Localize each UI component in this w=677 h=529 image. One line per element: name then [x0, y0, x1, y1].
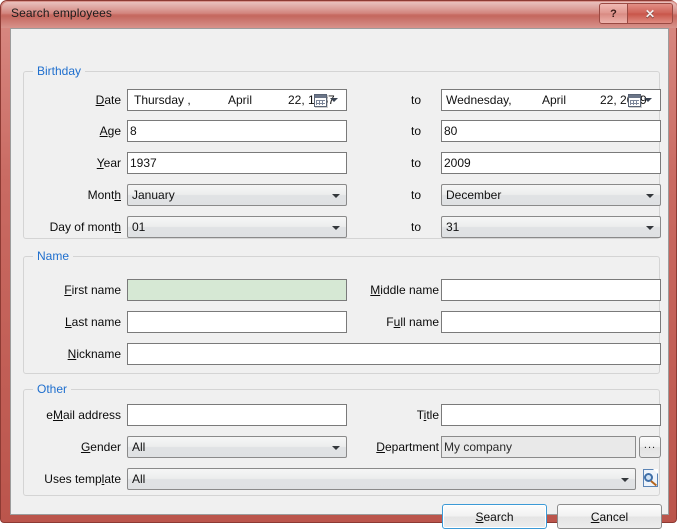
- help-button[interactable]: ?: [600, 4, 628, 23]
- date-to-picker[interactable]: Wednesday, April 22, 2009: [441, 89, 661, 111]
- label-month-to: to: [411, 188, 422, 202]
- day-from-value: 01: [132, 220, 146, 234]
- label-date-to: to: [411, 93, 422, 107]
- year-to-input[interactable]: 2009: [441, 152, 661, 174]
- chevron-down-icon: [332, 446, 340, 450]
- chevron-down-icon: [621, 478, 629, 482]
- department-input[interactable]: My company: [441, 436, 636, 458]
- window-title: Search employees: [11, 6, 112, 20]
- label-title: Title: [416, 408, 439, 422]
- month-from-combo[interactable]: January: [127, 184, 347, 206]
- email-address-input[interactable]: [127, 404, 347, 426]
- label-uses-template: Uses template: [44, 472, 121, 486]
- label-age-to: to: [411, 124, 422, 138]
- date-to-weekday: Wednesday,: [446, 93, 512, 107]
- dialog-client-area: Birthday Date Thursday , April 22, 1937 …: [10, 28, 669, 529]
- group-birthday-title: Birthday: [33, 64, 86, 78]
- last-name-input[interactable]: [127, 311, 347, 333]
- label-full-name: Full name: [386, 315, 439, 329]
- age-to-input[interactable]: 80: [441, 120, 661, 142]
- calendar-icon: [314, 93, 327, 107]
- day-from-combo[interactable]: 01: [127, 216, 347, 238]
- window-control-buttons: ? ✕: [599, 3, 673, 24]
- search-button[interactable]: Search: [442, 504, 547, 529]
- month-from-value: January: [132, 188, 175, 202]
- chevron-down-icon: [646, 226, 654, 230]
- gender-value: All: [132, 440, 146, 454]
- label-age: Age: [99, 124, 121, 138]
- full-name-input[interactable]: [441, 311, 661, 333]
- label-middle-name: Middle name: [370, 283, 439, 297]
- day-to-combo[interactable]: 31: [441, 216, 661, 238]
- label-email-address: eMail address: [46, 408, 121, 422]
- group-other-title: Other: [33, 382, 72, 396]
- date-from-dropdown-button[interactable]: [314, 92, 344, 108]
- label-year-to: to: [411, 156, 422, 170]
- chevron-down-icon: [332, 194, 340, 198]
- month-to-value: December: [446, 188, 502, 202]
- year-from-input[interactable]: 1937: [127, 152, 347, 174]
- calendar-icon: [628, 93, 641, 107]
- date-from-picker[interactable]: Thursday , April 22, 1937: [127, 89, 347, 111]
- label-gender: Gender: [80, 440, 121, 454]
- nickname-input[interactable]: [127, 343, 661, 365]
- title-input[interactable]: [441, 404, 661, 426]
- chevron-down-icon: [644, 98, 652, 102]
- uses-template-combo[interactable]: All: [127, 468, 636, 490]
- chevron-down-icon: [646, 194, 654, 198]
- date-to-dropdown-button[interactable]: [628, 92, 658, 108]
- close-button[interactable]: ✕: [628, 4, 672, 23]
- first-name-input[interactable]: [127, 279, 347, 301]
- label-day-of-month: Day of month: [49, 220, 121, 234]
- middle-name-input[interactable]: [441, 279, 661, 301]
- chevron-down-icon: [330, 98, 338, 102]
- chevron-down-icon: [332, 226, 340, 230]
- label-year: Year: [96, 156, 121, 170]
- group-name-title: Name: [33, 249, 74, 263]
- age-from-input[interactable]: 8: [127, 120, 347, 142]
- month-to-combo[interactable]: December: [441, 184, 661, 206]
- date-to-month: April: [542, 93, 567, 107]
- template-preview-icon[interactable]: [641, 469, 660, 488]
- title-bar[interactable]: Search employees ? ✕: [1, 1, 677, 28]
- label-department: Department: [376, 440, 439, 454]
- label-month: Month: [87, 188, 121, 202]
- label-date: Date: [95, 93, 121, 107]
- department-browse-button[interactable]: ...: [639, 436, 661, 458]
- cancel-button[interactable]: Cancel: [557, 504, 662, 529]
- gender-combo[interactable]: All: [127, 436, 347, 458]
- label-nickname: Nickname: [67, 347, 121, 361]
- uses-template-value: All: [132, 472, 146, 486]
- label-first-name: First name: [64, 283, 121, 297]
- label-day-to: to: [411, 220, 422, 234]
- date-from-month: April: [228, 93, 253, 107]
- dialog-window: Search employees ? ✕ Birthday Date Thurs…: [0, 0, 677, 529]
- day-to-value: 31: [446, 220, 460, 234]
- label-last-name: Last name: [64, 315, 121, 329]
- date-from-weekday: Thursday ,: [134, 93, 191, 107]
